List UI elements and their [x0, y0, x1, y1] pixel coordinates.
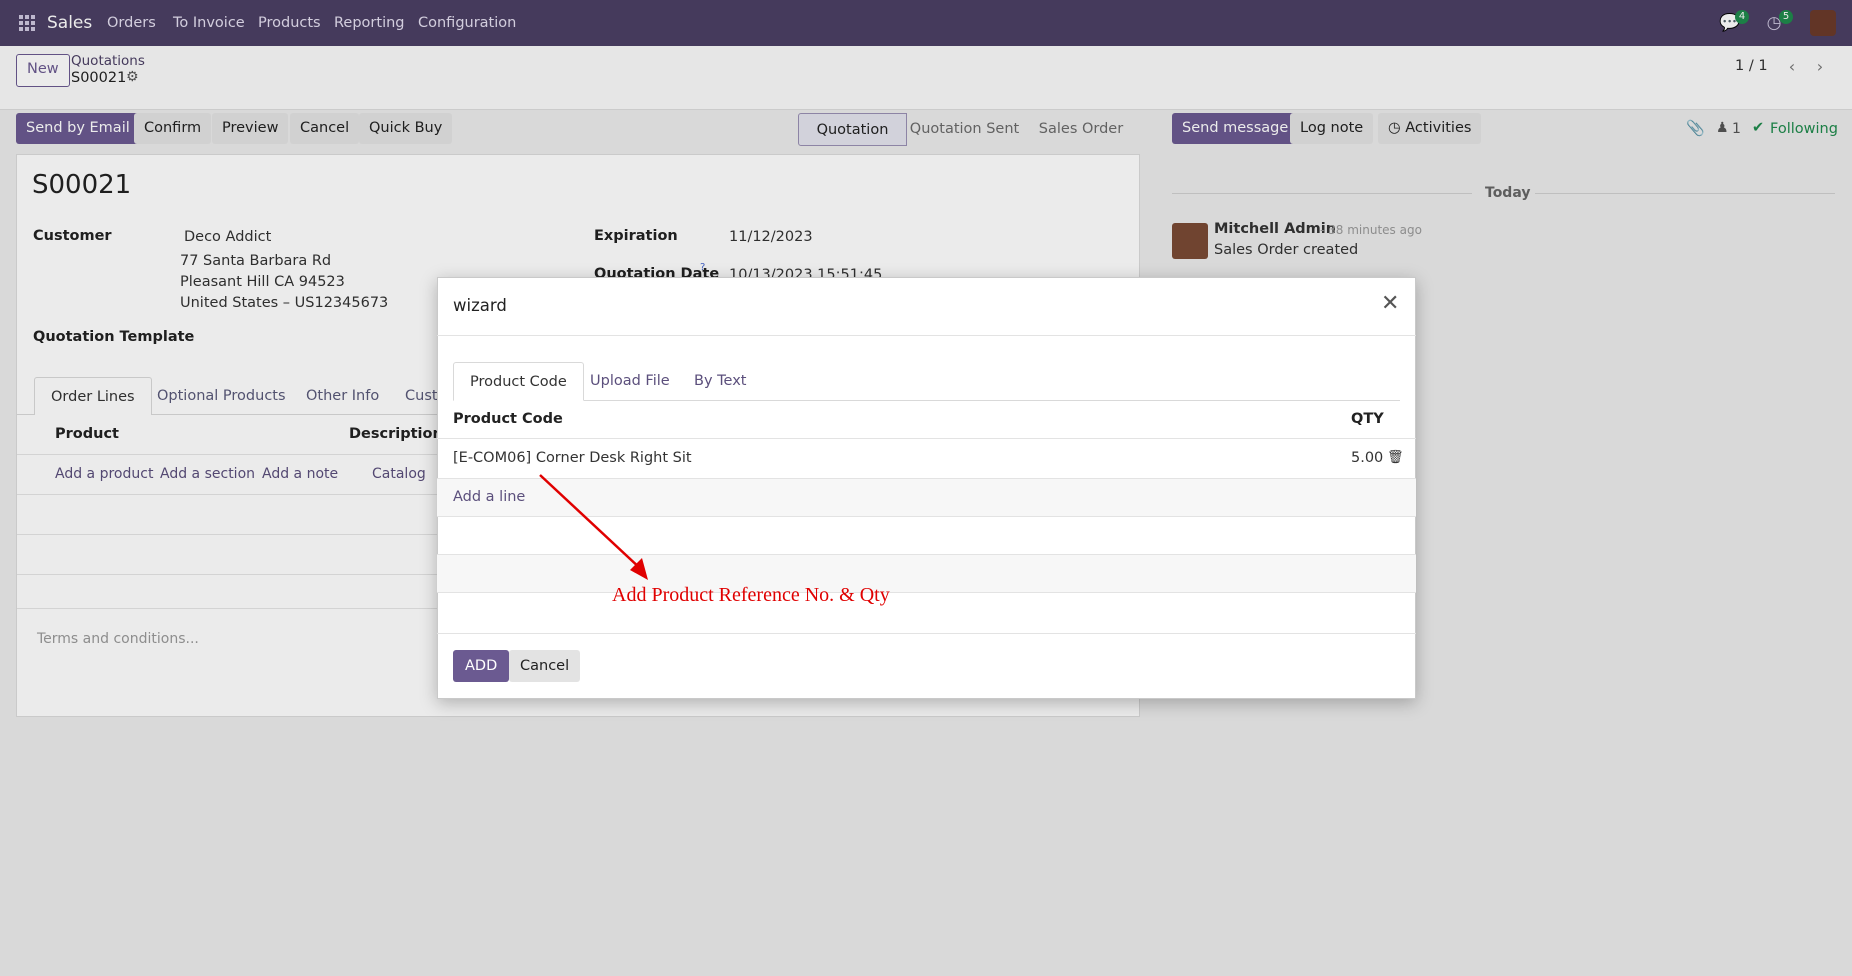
row-divider	[437, 592, 1416, 593]
annotation-arrow	[539, 474, 648, 580]
wizard-cancel-button[interactable]: Cancel	[509, 650, 581, 682]
col-qty-header: QTY	[1351, 411, 1384, 427]
wizard-title: wizard	[453, 296, 507, 315]
trash-icon[interactable]: 🗑	[1387, 450, 1404, 465]
tab-upload-file[interactable]: Upload File	[574, 362, 686, 401]
row-divider	[437, 438, 1416, 439]
tab-by-text[interactable]: By Text	[678, 362, 762, 401]
col-product-code-header: Product Code	[453, 411, 563, 427]
close-icon[interactable]: ✕	[1381, 291, 1399, 317]
add-line-link[interactable]: Add a line	[453, 489, 525, 505]
add-button[interactable]: ADD	[453, 650, 510, 682]
tab-product-code[interactable]: Product Code	[453, 362, 584, 401]
line-qty[interactable]: 5.00	[1351, 450, 1383, 466]
line-product-code[interactable]: [E-COM06] Corner Desk Right Sit	[453, 450, 692, 466]
modal-header-divider	[437, 335, 1416, 336]
annotation-text: Add Product Reference No. & Qty	[612, 584, 890, 606]
modal-footer-divider	[437, 633, 1416, 634]
